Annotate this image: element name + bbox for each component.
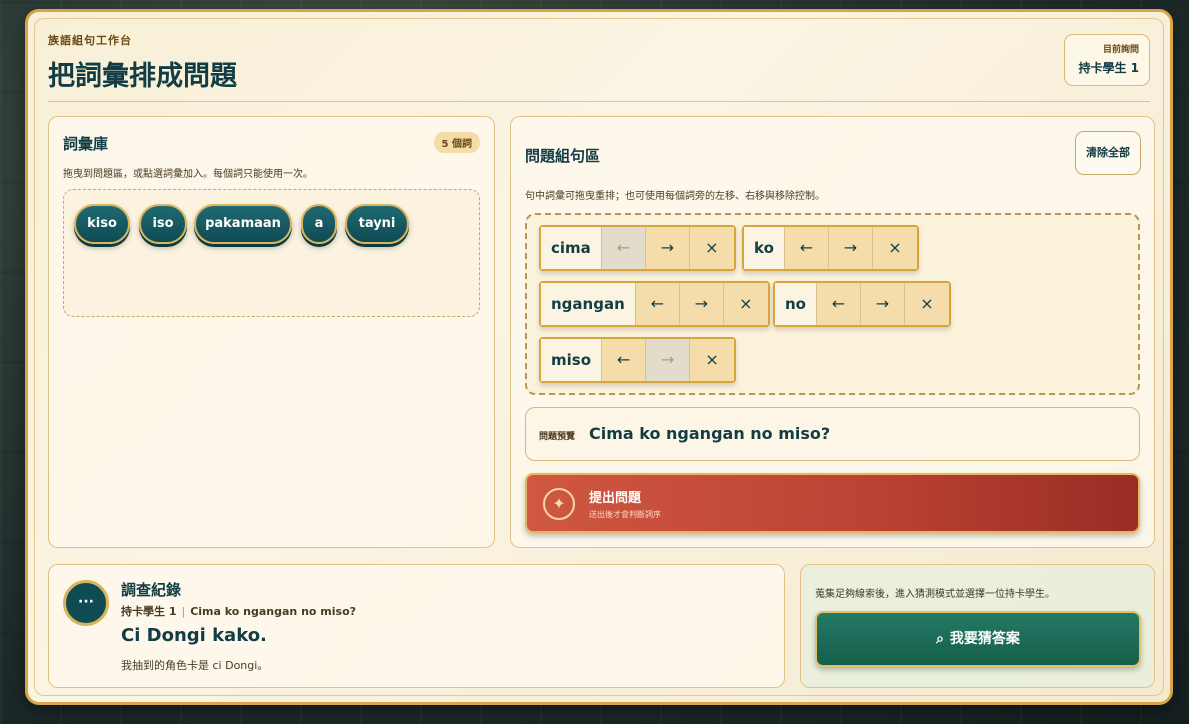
move-right-icon[interactable]: → [860, 283, 905, 325]
move-right-icon[interactable]: → [679, 283, 724, 325]
log-question: Cima ko ngangan no miso? [190, 605, 357, 618]
investigation-log-panel: ··· 調查紀錄 持卡學生 1 | Cima ko ngangan no miso?… [48, 564, 785, 688]
token-ngangan[interactable]: ngangan ← → × [539, 281, 770, 327]
clear-all-button[interactable]: 清除全部 [1075, 131, 1141, 175]
question-drop-zone[interactable]: cima ← → × ko ← → × ngangan ← → × no ← →… [525, 213, 1140, 395]
asker-value: 持卡學生 1 [1078, 61, 1139, 75]
word-count-badge: 5 個詞 [433, 132, 480, 153]
word-bank-area[interactable]: kiso iso pakamaan a tayni [63, 189, 480, 317]
token-miso[interactable]: miso ← → × [539, 337, 737, 383]
move-left-icon[interactable]: ← [816, 283, 861, 325]
log-answer: Ci Dongi kako. [121, 625, 267, 646]
sparkle-icon: ✦ [543, 488, 575, 520]
token-cima[interactable]: cima ← → × [539, 225, 736, 271]
remove-icon[interactable]: × [872, 227, 917, 269]
token-no[interactable]: no ← → × [773, 281, 951, 327]
submit-subtitle: 送出後才會判斷詞序 [589, 510, 661, 519]
log-student: 持卡學生 1 [121, 605, 177, 618]
token-ko[interactable]: ko ← → × [742, 225, 919, 271]
asker-label: 目前詢問 [1102, 45, 1139, 55]
question-compose-panel: 問題組句區 清除全部 句中詞彙可拖曳重排；也可使用每個詞旁的左移、右移與移除控制… [510, 116, 1155, 548]
move-right-icon[interactable]: → [828, 227, 873, 269]
remove-icon[interactable]: × [723, 283, 768, 325]
move-left-icon[interactable]: ← [602, 339, 647, 381]
log-title: 調查紀錄 [121, 581, 182, 599]
move-right-icon[interactable]: → [645, 227, 690, 269]
question-preview: 問題預覽 Cima ko ngangan no miso? [525, 407, 1140, 461]
word-chip-kiso[interactable]: kiso [74, 204, 130, 244]
move-left-icon[interactable]: ← [635, 283, 680, 325]
guess-button-label: 我要猜答案 [949, 631, 1020, 647]
word-bank-title: 詞彙庫 [63, 135, 109, 153]
search-icon: ⌕ [936, 631, 944, 647]
word-bank-panel: 詞彙庫 5 個詞 拖曳到問題區，或點選詞彙加入。每個詞只能使用一次。 kiso … [48, 116, 495, 548]
token-word[interactable]: no [775, 283, 817, 325]
preview-label: 問題預覽 [539, 432, 576, 442]
word-chip-iso[interactable]: iso [139, 204, 187, 244]
log-meta: 持卡學生 1 | Cima ko ngangan no miso? [121, 603, 356, 619]
log-note: 我抽到的角色卡是 ci Dongi。 [121, 659, 269, 672]
submit-question-button[interactable]: ✦ 提出問題 送出後才會判斷詞序 [525, 473, 1140, 533]
word-bank-hint: 拖曳到問題區，或點選詞彙加入。每個詞只能使用一次。 [63, 169, 313, 180]
remove-icon[interactable]: × [690, 339, 735, 381]
token-word[interactable]: miso [541, 339, 603, 381]
guess-answer-button[interactable]: ⌕ 我要猜答案 [815, 611, 1141, 667]
word-chip-a[interactable]: a [301, 204, 337, 244]
current-asker-card: 目前詢問 持卡學生 1 [1064, 34, 1150, 86]
eyebrow-label: 族語組句工作台 [48, 34, 132, 47]
submit-title: 提出問題 [589, 491, 642, 506]
guess-hint: 蒐集足夠線索後，進入猜測模式並選擇一位持卡學生。 [815, 589, 1055, 600]
header: 族語組句工作台 把詞彙排成問題 目前詢問 持卡學生 1 [48, 32, 1150, 102]
word-chip-pakamaan[interactable]: pakamaan [194, 204, 292, 244]
remove-icon[interactable]: × [689, 227, 734, 269]
token-word[interactable]: ko [744, 227, 785, 269]
page-title: 把詞彙排成問題 [48, 61, 237, 92]
remove-icon[interactable]: × [904, 283, 949, 325]
move-left-icon[interactable]: ← [601, 227, 646, 269]
workbench-board: 族語組句工作台 把詞彙排成問題 目前詢問 持卡學生 1 詞彙庫 5 個詞 拖曳到… [25, 9, 1173, 705]
compose-title: 問題組句區 [525, 147, 601, 165]
move-right-icon[interactable]: → [646, 339, 691, 381]
speech-bubble-icon: ··· [63, 580, 109, 626]
preview-text: Cima ko ngangan no miso? [589, 424, 831, 443]
separator: | [181, 605, 186, 618]
compose-hint: 句中詞彙可拖曳重排；也可使用每個詞旁的左移、右移與移除控制。 [525, 191, 825, 202]
guess-panel: 蒐集足夠線索後，進入猜測模式並選擇一位持卡學生。 ⌕ 我要猜答案 [800, 564, 1155, 688]
token-word[interactable]: ngangan [541, 283, 636, 325]
token-word[interactable]: cima [541, 227, 602, 269]
word-chip-tayni[interactable]: tayni [345, 204, 409, 244]
move-left-icon[interactable]: ← [784, 227, 829, 269]
